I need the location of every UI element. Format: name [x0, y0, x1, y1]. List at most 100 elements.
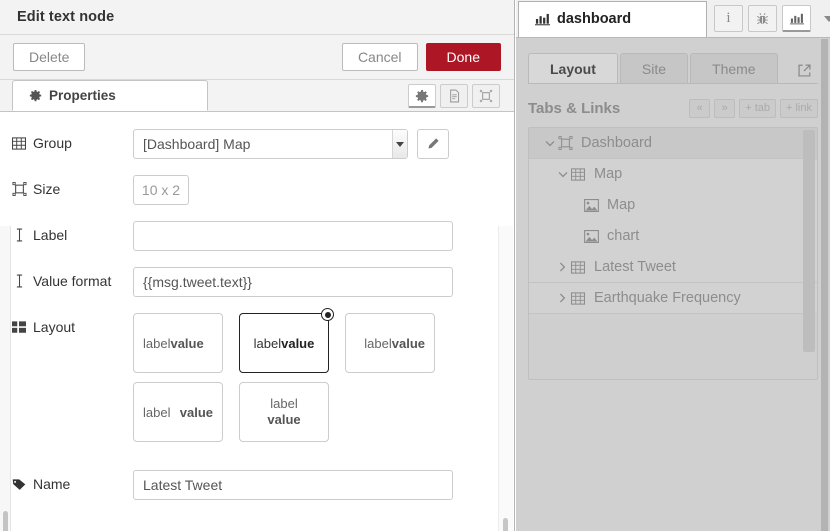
- name-input[interactable]: [133, 470, 453, 500]
- debug-button[interactable]: [748, 5, 777, 32]
- pencil-icon: [428, 138, 439, 149]
- dialog-tab-bar: Properties: [0, 80, 514, 112]
- label-input[interactable]: [133, 221, 453, 251]
- layout-option-col-center[interactable]: label value: [239, 382, 329, 442]
- layout-option-row-left[interactable]: label value: [133, 313, 223, 373]
- section-buttons: « » + tab + link: [689, 98, 818, 118]
- chevron-down-icon[interactable]: [392, 130, 407, 158]
- widget-icon: [584, 229, 605, 243]
- text-cursor-icon: [11, 228, 27, 242]
- tree-item-label: Map: [607, 197, 636, 213]
- label-group: Group: [11, 129, 133, 151]
- tree-item-group-latest-tweet[interactable]: Latest Tweet: [529, 252, 817, 283]
- open-dashboard-icon[interactable]: [797, 63, 812, 78]
- layout-option-label: label: [143, 404, 171, 420]
- app-root: Edit text node Delete Cancel Done Proper…: [0, 0, 830, 531]
- dialog-scrollbar-thumb[interactable]: [503, 518, 508, 531]
- description-tool-button[interactable]: [440, 84, 468, 108]
- dashboard-sidebar: dashboard i Layout Site Theme Tabs & Lin…: [516, 0, 830, 531]
- delete-button[interactable]: Delete: [13, 43, 86, 71]
- row-value-format: Value format: [11, 267, 514, 297]
- info-button[interactable]: i: [714, 5, 743, 32]
- layout-options-row-2: label value label value: [133, 382, 435, 442]
- tab-theme[interactable]: Theme: [690, 53, 778, 83]
- tab-properties[interactable]: Properties: [12, 80, 208, 111]
- chevron-down-icon[interactable]: [554, 171, 571, 178]
- tree-item-group-earthquake-frequency[interactable]: Earthquake Frequency: [529, 283, 817, 314]
- object-group-icon: [11, 182, 27, 196]
- tree-empty-area: [529, 314, 817, 358]
- layout-option-label: label: [143, 335, 171, 351]
- info-icon: i: [726, 10, 731, 26]
- gear-tool-button[interactable]: [408, 84, 436, 108]
- layout-option-value: value: [170, 335, 204, 351]
- appearance-tool-button[interactable]: [472, 84, 500, 108]
- row-name: Name: [11, 470, 514, 500]
- sidebar-tab-dashboard[interactable]: dashboard: [518, 0, 707, 37]
- cancel-button[interactable]: Cancel: [341, 43, 418, 71]
- add-link-button[interactable]: + link: [780, 98, 818, 118]
- dashboard-icon: [558, 136, 579, 150]
- tab-site[interactable]: Site: [619, 53, 689, 83]
- row-layout: Layout label value label value label val…: [11, 308, 514, 442]
- chevron-right-icon[interactable]: [554, 262, 571, 272]
- group-icon: [571, 167, 592, 181]
- row-group: Group [Dashboard] Map: [11, 129, 514, 159]
- group-icon: [571, 291, 592, 305]
- done-button[interactable]: Done: [425, 43, 501, 71]
- tree-item-label: Map: [594, 166, 623, 182]
- left-scroll-track[interactable]: [0, 226, 11, 531]
- layout-option-row-center[interactable]: label value: [239, 308, 334, 373]
- chevron-right-icon[interactable]: [554, 293, 571, 303]
- more-tabs-button[interactable]: [816, 5, 830, 32]
- sidebar-tab-strip: dashboard i: [516, 0, 830, 38]
- sidebar-scrollbar[interactable]: [821, 39, 828, 531]
- tree-scrollbar-thumb[interactable]: [803, 130, 815, 352]
- edit-group-button[interactable]: [417, 129, 449, 159]
- label-label: Label: [11, 221, 133, 243]
- bar-chart-icon: [789, 13, 804, 24]
- chevron-down-icon[interactable]: [541, 140, 558, 147]
- layout-option-row-spread[interactable]: label value: [133, 382, 223, 442]
- add-tab-button[interactable]: + tab: [739, 98, 776, 118]
- dialog-scroll-track[interactable]: [498, 226, 513, 531]
- label-group-text: Group: [33, 135, 72, 151]
- layout-option-value: value: [281, 335, 315, 351]
- widget-icon: [584, 198, 605, 212]
- table-icon: [11, 136, 27, 150]
- label-value-format-text: Value format: [33, 273, 112, 289]
- tag-icon: [11, 478, 27, 491]
- gear-icon: [29, 89, 42, 102]
- sidebar-subtabs: Layout Site Theme: [528, 48, 818, 84]
- radio-indicator: [321, 308, 334, 321]
- tree-item-widget-chart[interactable]: chart: [529, 221, 817, 252]
- layout-option-label: label: [364, 335, 392, 351]
- label-name: Name: [11, 470, 133, 492]
- label-layout: Layout: [11, 313, 133, 335]
- layout-option-value: value: [179, 404, 213, 420]
- group-select[interactable]: [Dashboard] Map: [133, 129, 408, 159]
- tree-item-widget-map[interactable]: Map: [529, 190, 817, 221]
- size-input[interactable]: [133, 175, 189, 205]
- tree-item-dashboard[interactable]: Dashboard: [529, 128, 817, 159]
- tab-layout[interactable]: Layout: [528, 53, 618, 83]
- layout-option-value: value: [267, 412, 301, 427]
- layout-option-row-right[interactable]: label value: [345, 313, 435, 373]
- row-label: Label: [11, 221, 514, 251]
- tabs-and-links-header: Tabs & Links « » + tab + link: [528, 97, 818, 119]
- label-value-format: Value format: [11, 267, 133, 289]
- group-select-value: [Dashboard] Map: [143, 136, 251, 152]
- layout-option-label: label: [270, 395, 298, 411]
- label-label-text: Label: [33, 227, 68, 243]
- dialog-tool-buttons: [408, 84, 514, 111]
- value-format-input[interactable]: [133, 267, 453, 297]
- section-title: Tabs & Links: [528, 99, 621, 117]
- grid-icon: [11, 320, 27, 334]
- collapse-all-button[interactable]: «: [689, 98, 711, 118]
- dashboard-button[interactable]: [782, 5, 811, 32]
- left-scrollbar-thumb[interactable]: [3, 511, 8, 531]
- expand-all-button[interactable]: »: [714, 98, 736, 118]
- sidebar-body: Layout Site Theme Tabs & Links « » + tab…: [516, 39, 830, 531]
- tree-item-group-map[interactable]: Map: [529, 159, 817, 190]
- dialog-title: Edit text node: [17, 9, 115, 25]
